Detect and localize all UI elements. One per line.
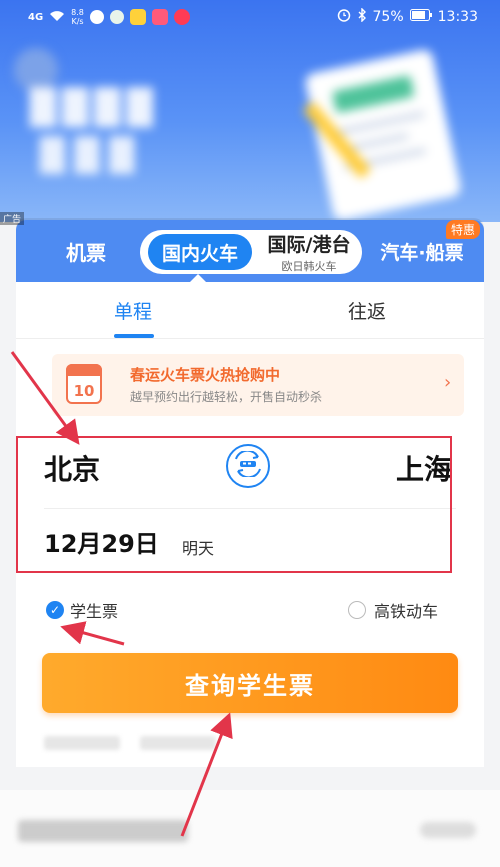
history-item[interactable]: [140, 736, 216, 750]
trip-type-tabs: 单程 往返: [16, 282, 484, 338]
promo-subtitle: 越早预约出行越轻松，开售自动秒杀: [130, 390, 323, 404]
tab-flight[interactable]: 机票: [36, 220, 136, 282]
active-tab-caret: [190, 274, 206, 282]
divider: [16, 338, 484, 339]
tab-one-way[interactable]: 单程: [16, 282, 250, 338]
video-app-icon: [151, 9, 168, 25]
banner-subheadline: ███: [40, 136, 144, 174]
section-title-blurred: [18, 820, 188, 842]
tab-one-way-label: 单程: [113, 300, 152, 323]
battery-icon: [409, 9, 432, 25]
status-bar: 4G 8.8 K/s 75% 13:33: [0, 0, 500, 34]
high-speed-checkbox[interactable]: 高铁动车: [348, 598, 438, 622]
tab-round-trip-label: 往返: [347, 300, 386, 323]
wifi-icon: [49, 8, 65, 26]
tab-flight-label: 机票: [66, 240, 106, 265]
tab-international[interactable]: 国际/港台 欧日韩火车: [256, 230, 362, 274]
alarm-icon: [337, 8, 351, 26]
history-item[interactable]: [44, 736, 120, 750]
tab-domestic-train-label: 国内火车: [161, 242, 238, 265]
battery-level: 75%: [372, 9, 404, 25]
avatar: [14, 48, 58, 92]
student-ticket-label: 学生票: [70, 602, 119, 621]
checkmark-icon: ✓: [46, 601, 64, 619]
calendar-icon: 10: [66, 364, 102, 404]
qq-icon: [89, 10, 104, 24]
search-student-ticket-button[interactable]: 查询学生票: [42, 653, 458, 713]
high-speed-label: 高铁动车: [374, 602, 439, 621]
annotation-highlight-box: [16, 436, 452, 573]
music-app-icon: [173, 9, 190, 25]
ad-tag: 广告: [0, 212, 25, 225]
network-speed: 8.8 K/s: [71, 8, 84, 26]
student-ticket-checkbox[interactable]: ✓ 学生票: [46, 598, 118, 622]
promo-title: 春运火车票火热抢购中: [130, 366, 281, 384]
tab-international-label: 国际/港台: [267, 234, 351, 256]
transport-tabs: 机票 国内火车 国际/港台 欧日韩火车 汽车·船票: [16, 220, 484, 282]
tab-bus-ship-label: 汽车·船票: [380, 241, 464, 264]
tab-round-trip[interactable]: 往返: [250, 282, 484, 338]
radio-unchecked-icon: [348, 601, 366, 619]
chevron-right-icon: ›: [444, 372, 452, 393]
wechat-icon: [109, 10, 124, 24]
special-offer-badge: 特惠: [446, 220, 481, 239]
app-icon: [129, 9, 146, 25]
clock: 13:33: [437, 9, 478, 25]
tab-domestic-train[interactable]: 国内火车: [148, 234, 252, 270]
search-history[interactable]: [44, 736, 216, 750]
promo-banner[interactable]: 10 春运火车票火热抢购中 越早预约出行越轻松，开售自动秒杀 ›: [52, 354, 464, 416]
booking-card: 单程 往返 10 春运火车票火热抢购中 越早预约出行越轻松，开售自动秒杀 › 北…: [16, 282, 484, 767]
more-link-blurred[interactable]: [420, 822, 476, 838]
banner-headline: ████: [30, 88, 159, 128]
tab-international-sublabel: 欧日韩火车: [281, 260, 337, 273]
bluetooth-icon: [357, 7, 367, 26]
signal-indicator: 4G: [28, 11, 44, 23]
